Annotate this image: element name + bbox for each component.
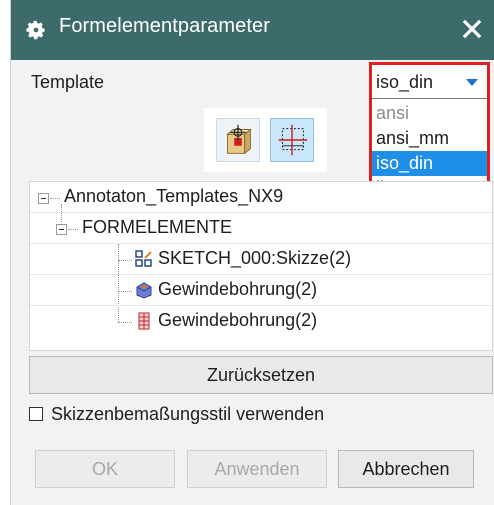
dialog-title: Formelementparameter bbox=[59, 15, 270, 37]
reset-button[interactable]: Zurücksetzen bbox=[29, 356, 493, 394]
sketch-style-label[interactable]: Skizzenbemaßungsstil verwenden bbox=[51, 404, 324, 425]
close-icon[interactable] bbox=[461, 18, 483, 40]
collapse-icon[interactable] bbox=[38, 193, 49, 204]
threaded-hole-icon bbox=[136, 282, 152, 299]
template-label: Template bbox=[31, 72, 105, 92]
template-tree: Annotaton_Templates_NX9 FORMELEMENTE SKE… bbox=[29, 181, 493, 351]
feature-parameter-dialog: Formelementparameter Template iso_din an… bbox=[10, 0, 494, 505]
tree-group-label: FORMELEMENTE bbox=[82, 217, 233, 237]
cancel-button[interactable]: Abbrechen bbox=[338, 450, 474, 488]
sketch-dimension-button[interactable] bbox=[270, 118, 314, 162]
template-selected-value: iso_din bbox=[376, 72, 434, 92]
gear-icon bbox=[26, 20, 45, 40]
collapse-icon[interactable] bbox=[56, 224, 67, 235]
sketch-dimension-icon bbox=[278, 124, 308, 156]
feature-parameter-button[interactable] bbox=[216, 118, 260, 162]
feature-parameter-icon bbox=[226, 124, 252, 155]
tree-row-root[interactable]: Annotaton_Templates_NX9 bbox=[30, 182, 492, 213]
tree-row-item[interactable]: Gewindebohrung(2) bbox=[30, 275, 492, 306]
tree-row-item[interactable]: Gewindebohrung(2) bbox=[30, 306, 492, 337]
template-option-iso-din[interactable]: iso_din bbox=[372, 151, 487, 176]
tree-root-label: Annotaton_Templates_NX9 bbox=[64, 186, 284, 206]
tree-row-item[interactable]: SKETCH_000:Skizze(2) bbox=[30, 244, 492, 275]
tree-item-label: SKETCH_000:Skizze(2) bbox=[158, 248, 352, 268]
template-option-ansi: ansi bbox=[376, 103, 410, 123]
thread-feature-icon bbox=[138, 312, 150, 330]
tree-item-label: Gewindebohrung(2) bbox=[158, 310, 318, 330]
title-bar: Formelementparameter bbox=[11, 0, 494, 60]
apply-button[interactable]: Anwenden bbox=[187, 450, 327, 488]
tree-item-label: Gewindebohrung(2) bbox=[158, 279, 318, 299]
sketch-icon bbox=[135, 250, 152, 267]
template-option-ansi-mm[interactable]: ansi_mm bbox=[372, 126, 487, 151]
ok-button[interactable]: OK bbox=[35, 450, 175, 488]
sketch-style-checkbox[interactable] bbox=[29, 407, 43, 421]
mode-toolbar bbox=[204, 108, 327, 172]
chevron-down-icon[interactable] bbox=[466, 79, 478, 86]
template-select[interactable]: iso_din bbox=[372, 65, 487, 99]
tree-row-group[interactable]: FORMELEMENTE bbox=[30, 213, 492, 244]
